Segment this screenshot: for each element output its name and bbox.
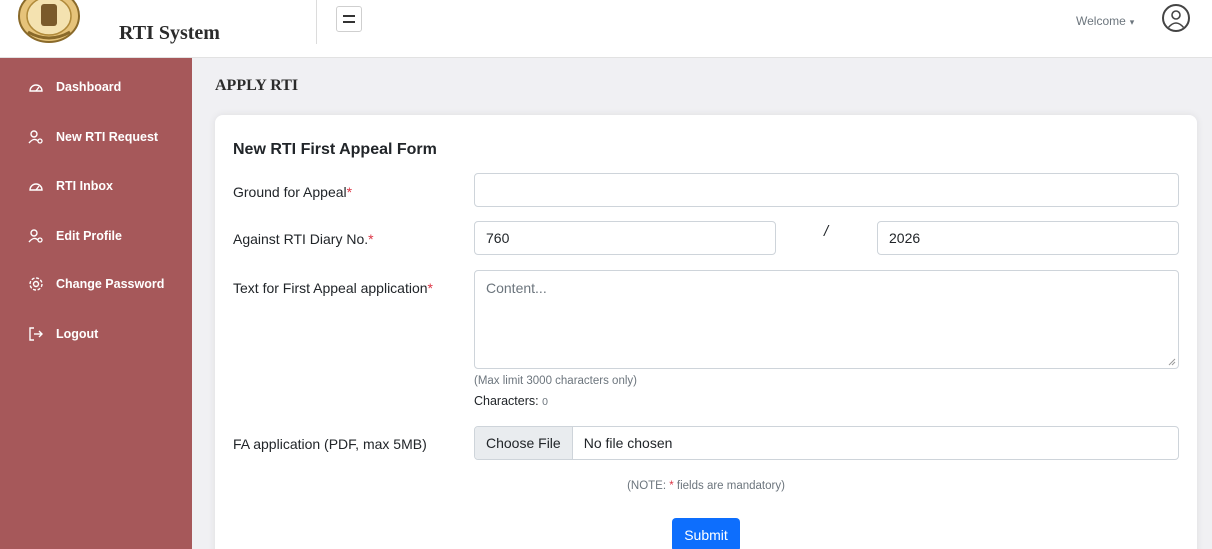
user-gear-icon xyxy=(28,228,44,244)
textarea-placeholder: Content... xyxy=(486,280,547,296)
diary-number-input[interactable]: 760 xyxy=(474,221,776,255)
brand-subtitle-cut xyxy=(118,0,178,4)
fa-application-file-input[interactable]: Choose File No file chosen xyxy=(474,426,1179,460)
welcome-dropdown[interactable]: Welcome ▾ xyxy=(1076,14,1134,28)
sidebar-item-label: Dashboard xyxy=(56,80,122,94)
sidebar-item-label: Edit Profile xyxy=(56,229,122,243)
diary-year-input[interactable]: 2026 xyxy=(877,221,1179,255)
brand-title: RTI System xyxy=(119,22,220,44)
emblem-logo xyxy=(14,0,84,46)
characters-label: Characters: xyxy=(474,394,539,408)
characters-count: 0 xyxy=(542,396,548,408)
ground-for-appeal-label: Ground for Appeal* xyxy=(233,184,352,200)
mandatory-note: (NOTE: * fields are mandatory) xyxy=(215,480,1197,492)
sidebar-item-label: Logout xyxy=(56,327,99,341)
file-status-text: No file chosen xyxy=(583,435,673,451)
sidebar-item-rti-inbox[interactable]: RTI Inbox xyxy=(0,162,192,210)
choose-file-button[interactable]: Choose File xyxy=(475,427,573,459)
sidebar-item-label: RTI Inbox xyxy=(56,179,113,193)
caret-down-icon: ▾ xyxy=(1129,17,1135,27)
appeal-text-label: Text for First Appeal application* xyxy=(233,280,433,296)
sidebar-item-logout[interactable]: Logout xyxy=(0,310,192,358)
sidebar-item-change-password[interactable]: Change Password xyxy=(0,260,192,308)
required-mark: * xyxy=(368,231,374,247)
appeal-text-textarea[interactable]: Content... xyxy=(474,270,1179,369)
note-prefix: (NOTE: xyxy=(627,480,670,492)
hamburger-icon xyxy=(343,15,355,23)
welcome-label: Welcome xyxy=(1076,14,1126,28)
sidebar-item-label: New RTI Request xyxy=(56,130,159,144)
max-limit-hint: (Max limit 3000 characters only) xyxy=(474,375,637,387)
character-counter: Characters: 0 xyxy=(474,394,548,408)
header-divider xyxy=(316,0,317,44)
sidebar-item-label: Change Password xyxy=(56,277,165,291)
sidebar-item-new-rti-request[interactable]: New RTI Request xyxy=(0,113,192,161)
fa-application-label: FA application (PDF, max 5MB) xyxy=(233,436,427,452)
inbox-icon xyxy=(28,178,44,194)
resize-handle-icon[interactable] xyxy=(1168,358,1176,366)
gear-icon xyxy=(28,276,44,292)
sidebar-item-edit-profile[interactable]: Edit Profile xyxy=(0,212,192,260)
logout-icon xyxy=(28,326,44,342)
page-title: APPLY RTI xyxy=(215,77,299,94)
note-suffix: fields are mandatory) xyxy=(673,480,785,492)
diary-separator: / xyxy=(824,223,829,240)
dashboard-icon xyxy=(28,79,44,95)
submit-button[interactable]: Submit xyxy=(672,518,740,549)
user-gear-icon xyxy=(28,129,44,145)
menu-toggle-button[interactable] xyxy=(336,6,362,32)
sidebar-item-dashboard[interactable]: Dashboard xyxy=(0,63,192,111)
appeal-form-card: New RTI First Appeal Form Ground for App… xyxy=(215,115,1197,549)
required-mark: * xyxy=(346,184,353,200)
label-text: Ground for Appeal xyxy=(233,184,347,200)
user-avatar-icon xyxy=(1167,10,1185,29)
ground-for-appeal-input[interactable] xyxy=(474,173,1179,207)
sidebar: Dashboard New RTI Request RTI Inbox Edit… xyxy=(0,58,192,549)
avatar[interactable] xyxy=(1162,4,1190,32)
diary-number-label: Against RTI Diary No.* xyxy=(233,231,374,247)
label-text: Text for First Appeal application xyxy=(233,280,428,296)
top-header: RTI System Welcome ▾ xyxy=(0,0,1212,58)
required-mark: * xyxy=(427,280,433,296)
label-text: Against RTI Diary No. xyxy=(233,231,369,247)
form-title: New RTI First Appeal Form xyxy=(233,141,437,158)
